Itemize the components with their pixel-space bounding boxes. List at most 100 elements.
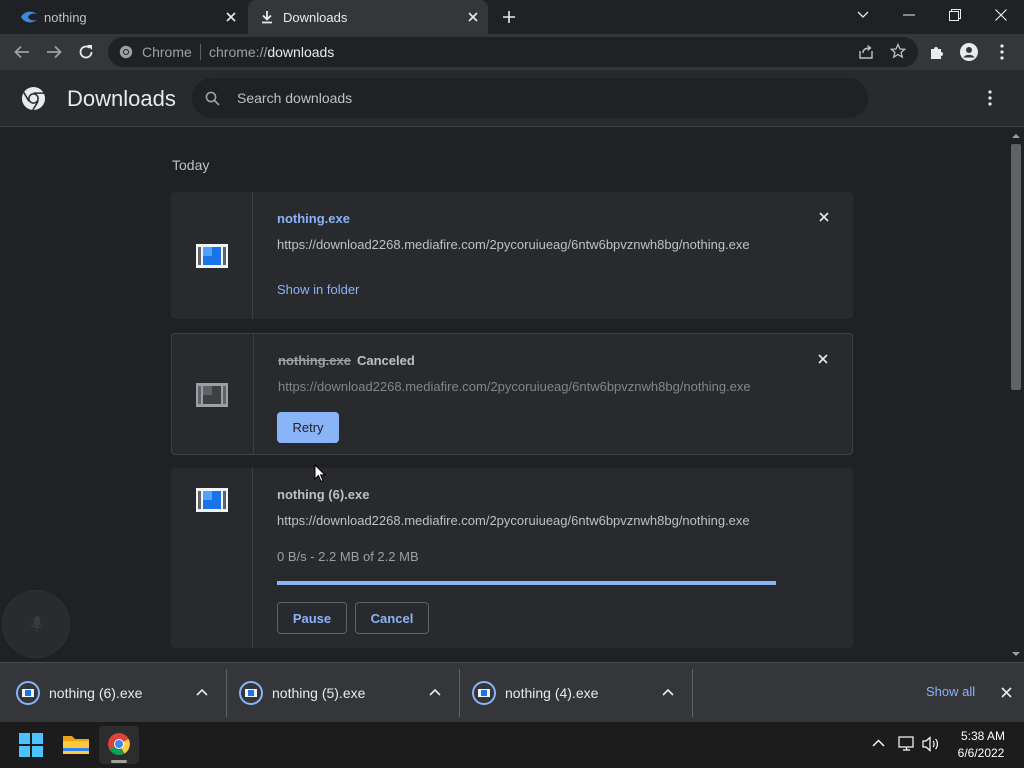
download-item-canceled: nothing.exe Canceled https://download226… xyxy=(171,333,853,455)
close-icon[interactable] xyxy=(464,8,482,26)
restore-icon xyxy=(949,9,961,21)
address-bar[interactable]: Chrome chrome://downloads xyxy=(108,37,918,67)
forward-button[interactable] xyxy=(39,37,69,67)
star-icon[interactable] xyxy=(890,43,906,59)
url-host: downloads xyxy=(267,44,335,60)
page-title: Downloads xyxy=(67,86,176,111)
clock-date[interactable]: 6/6/2022 xyxy=(951,746,1011,760)
chrome-logo-icon xyxy=(119,45,133,59)
close-window-button[interactable] xyxy=(978,0,1024,30)
scroll-up-arrow-icon xyxy=(1012,134,1020,138)
show-all-link[interactable]: Show all xyxy=(926,684,975,699)
windows-logo-icon xyxy=(19,733,43,757)
progress-bar-fill xyxy=(277,581,776,585)
close-icon xyxy=(995,9,1007,21)
download-progress-text: 0 B/s - 2.2 MB of 2.2 MB xyxy=(277,549,419,564)
network-icon[interactable] xyxy=(898,736,916,752)
exe-file-icon xyxy=(196,383,228,407)
tab-nothing[interactable]: nothing xyxy=(8,0,246,34)
url-text: chrome://downloads xyxy=(209,44,334,60)
shelf-item-name: nothing (6).exe xyxy=(49,685,143,701)
remove-from-list-button[interactable] xyxy=(815,208,833,226)
downloads-list: Today nothing.exe https://download2268.m… xyxy=(0,128,1008,662)
mic-icon xyxy=(30,616,44,632)
retry-button[interactable]: Retry xyxy=(277,412,339,443)
puzzle-icon xyxy=(931,47,943,59)
minimize-button[interactable] xyxy=(886,0,932,30)
pause-button[interactable]: Pause xyxy=(277,602,347,634)
exe-file-icon xyxy=(472,681,496,705)
download-filename: nothing.exe xyxy=(278,353,351,368)
file-icon-column xyxy=(172,334,254,454)
profile-button[interactable] xyxy=(954,37,984,67)
tab-strip: nothing Downloads xyxy=(0,0,1024,34)
kebab-menu-icon xyxy=(988,90,992,106)
restore-button[interactable] xyxy=(932,0,978,30)
active-app-indicator xyxy=(111,760,127,763)
vertical-scrollbar[interactable] xyxy=(1008,128,1024,662)
exe-file-icon xyxy=(239,681,263,705)
tab-title: nothing xyxy=(44,10,87,25)
shelf-item[interactable]: nothing (4).exe xyxy=(460,663,692,723)
exe-file-icon xyxy=(196,244,228,268)
reload-button[interactable] xyxy=(71,37,101,67)
close-icon xyxy=(818,354,828,364)
file-icon-column xyxy=(171,192,253,319)
download-url[interactable]: https://download2268.mediafire.com/2pyco… xyxy=(277,513,750,528)
chevron-down-icon xyxy=(857,11,869,18)
chevron-up-icon[interactable] xyxy=(429,688,441,696)
avatar-icon xyxy=(960,43,978,61)
folder-icon xyxy=(63,736,89,754)
download-status: Canceled xyxy=(357,353,415,368)
back-button[interactable] xyxy=(7,37,37,67)
close-shelf-button[interactable] xyxy=(998,684,1014,700)
chrome-menu-button[interactable] xyxy=(987,37,1017,67)
exe-file-icon xyxy=(16,681,40,705)
reload-icon xyxy=(79,45,93,59)
volume-icon[interactable] xyxy=(922,736,940,752)
start-button[interactable] xyxy=(18,732,44,758)
search-icon xyxy=(205,91,220,106)
file-explorer-button[interactable] xyxy=(62,732,90,758)
new-tab-button[interactable] xyxy=(498,6,520,28)
chevron-up-icon[interactable] xyxy=(872,739,885,747)
omnibox-divider xyxy=(200,44,201,60)
chrome-icon xyxy=(108,733,130,755)
close-icon[interactable] xyxy=(222,8,240,26)
shelf-item[interactable]: nothing (6).exe xyxy=(0,663,226,723)
cancel-button[interactable]: Cancel xyxy=(355,602,429,634)
download-filename[interactable]: nothing.exe xyxy=(277,211,350,226)
chevron-up-icon[interactable] xyxy=(196,688,208,696)
search-placeholder: Search downloads xyxy=(237,90,353,106)
kebab-menu-icon xyxy=(1000,44,1004,60)
download-icon xyxy=(260,10,274,24)
section-label: Today xyxy=(172,157,210,173)
forward-arrow-icon xyxy=(47,45,62,59)
tab-downloads[interactable]: Downloads xyxy=(248,0,488,34)
download-item: nothing.exe https://download2268.mediafi… xyxy=(171,192,853,319)
download-shelf: nothing (6).exe nothing (5).exe nothing … xyxy=(0,662,1024,722)
downloads-header: Downloads Search downloads xyxy=(0,70,1024,127)
download-url: https://download2268.mediafire.com/2pyco… xyxy=(278,379,751,394)
extensions-button[interactable] xyxy=(922,37,952,67)
search-downloads-field[interactable]: Search downloads xyxy=(192,78,868,118)
share-icon[interactable] xyxy=(858,44,874,60)
remove-from-list-button[interactable] xyxy=(814,350,832,368)
shelf-item-name: nothing (4).exe xyxy=(505,685,599,701)
download-url[interactable]: https://download2268.mediafire.com/2pyco… xyxy=(277,237,750,252)
downloads-menu-button[interactable] xyxy=(980,86,1000,110)
clock-time[interactable]: 5:38 AM xyxy=(958,729,1008,743)
chrome-taskbar-button[interactable] xyxy=(99,726,139,764)
tab-search-button[interactable] xyxy=(840,0,886,30)
download-item-in-progress: nothing (6).exe https://download2268.med… xyxy=(171,468,853,648)
mouse-cursor-icon xyxy=(314,464,326,483)
show-in-folder-link[interactable]: Show in folder xyxy=(277,282,359,297)
scrollbar-thumb[interactable] xyxy=(1011,144,1021,390)
shelf-divider xyxy=(692,669,693,717)
chevron-up-icon[interactable] xyxy=(662,688,674,696)
exe-file-icon xyxy=(196,488,228,512)
back-arrow-icon xyxy=(14,45,29,59)
floating-action-circle[interactable] xyxy=(2,590,70,658)
scroll-down-arrow-icon xyxy=(1012,652,1020,656)
shelf-item[interactable]: nothing (5).exe xyxy=(227,663,459,723)
